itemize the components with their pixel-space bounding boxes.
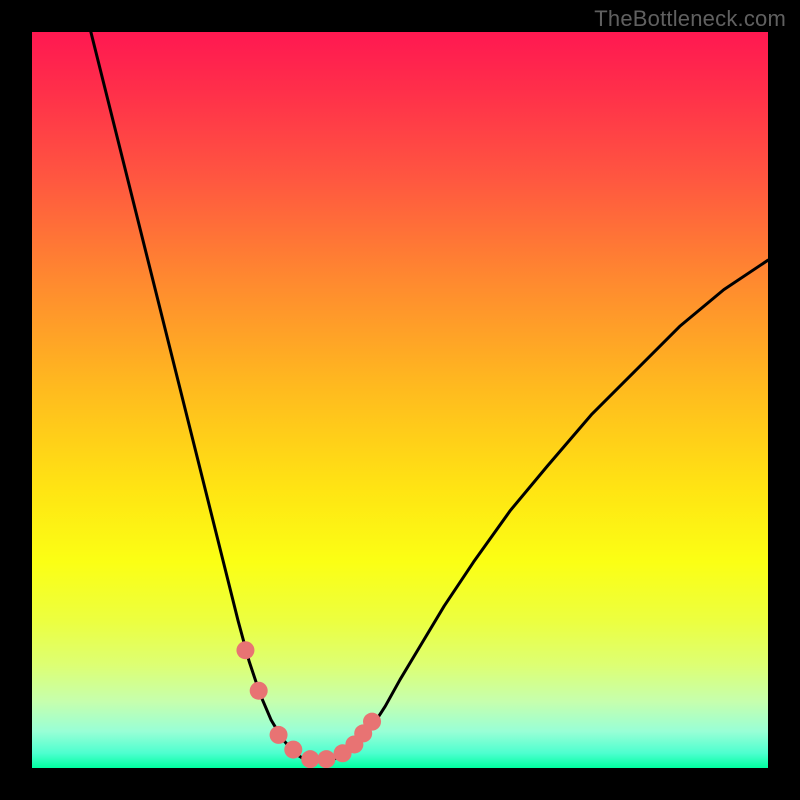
floor-dot-4 (317, 750, 335, 768)
curve-left-arm (91, 32, 304, 759)
left-dot-2 (250, 682, 268, 700)
right-dot-4 (363, 713, 381, 731)
floor-dot-1 (270, 726, 288, 744)
left-dot-1 (236, 641, 254, 659)
floor-dot-3 (301, 750, 319, 768)
plot-area (32, 32, 768, 768)
floor-dot-2 (284, 741, 302, 759)
curve-right-arm (334, 260, 768, 759)
chart-svg (32, 32, 768, 768)
watermark-text: TheBottleneck.com (594, 6, 786, 32)
chart-frame: TheBottleneck.com (0, 0, 800, 800)
